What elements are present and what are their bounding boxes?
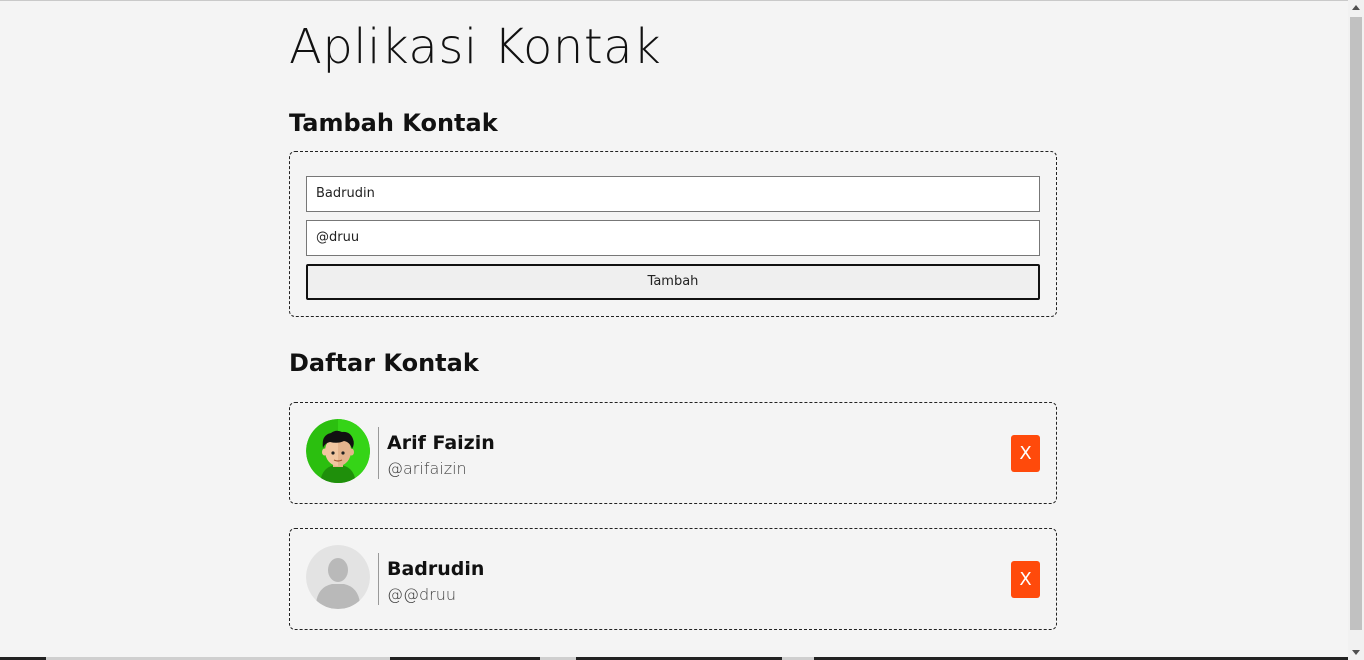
add-button[interactable]: Tambah bbox=[306, 264, 1040, 300]
contact-username: @arifaizin bbox=[387, 459, 467, 478]
card-divider bbox=[378, 427, 379, 479]
contact-username: @@druu bbox=[387, 585, 457, 604]
delete-contact-button[interactable]: X bbox=[1011, 561, 1040, 598]
top-border bbox=[0, 0, 1348, 1]
delete-contact-button[interactable]: X bbox=[1011, 435, 1040, 472]
contact-name: Arif Faizin bbox=[387, 432, 495, 454]
card-divider bbox=[378, 553, 379, 605]
vertical-scrollbar[interactable] bbox=[1348, 0, 1364, 660]
contact-list-heading: Daftar Kontak bbox=[289, 349, 479, 377]
contact-name: Badrudin bbox=[387, 558, 485, 580]
username-input[interactable]: @druu bbox=[306, 220, 1040, 256]
name-input[interactable]: Badrudin bbox=[306, 176, 1040, 212]
cartoon-boy-avatar bbox=[306, 419, 370, 483]
contact-card: Badrudin @@druu X bbox=[289, 528, 1057, 630]
default-person-avatar bbox=[306, 545, 370, 609]
page-title: Aplikasi Kontak bbox=[289, 19, 662, 75]
contact-card: Arif Faizin @arifaizin X bbox=[289, 402, 1057, 504]
scroll-down-arrow-icon[interactable] bbox=[1352, 650, 1360, 655]
add-contact-form: Badrudin @druu Tambah bbox=[289, 151, 1057, 317]
add-contact-heading: Tambah Kontak bbox=[289, 109, 498, 137]
scroll-up-arrow-icon[interactable] bbox=[1352, 5, 1360, 10]
scrollbar-thumb[interactable] bbox=[1350, 17, 1362, 630]
